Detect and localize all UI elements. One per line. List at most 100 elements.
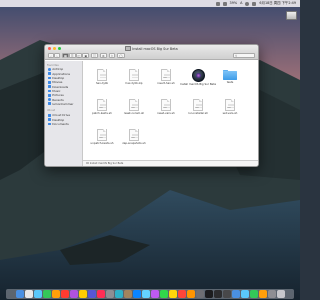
shell-script-icon: exec [129,98,139,111]
gear-icon[interactable]: ⚙ [99,53,107,58]
document-icon [97,68,107,81]
dock-app-icon[interactable] [132,290,141,298]
dock-app-icon[interactable] [42,290,51,298]
file-item[interactable]: exec zap-snapshots.sh [121,128,147,145]
path-bar-item[interactable]: Install macOS Big Sur Beta [90,162,124,165]
downloads-icon [48,85,51,89]
battery-icon[interactable] [222,1,227,6]
file-item[interactable]: exec patch-kexts.sh [89,98,115,115]
close-button[interactable] [48,46,52,50]
recents-icon [48,98,51,101]
menubar-clock[interactable]: 6月18日 周四 下午2:49 [259,0,296,7]
documents-icon [48,122,51,126]
music-icon [48,89,51,93]
dock-app-icon[interactable] [222,290,231,298]
file-label: Install macOS Big Sur Beta [179,82,217,87]
zoom-button[interactable] [57,46,62,50]
dock-app-icon[interactable] [51,290,60,298]
document-icon [129,68,139,81]
group-button[interactable]: ☷ [91,53,98,58]
desktop-volume-icon[interactable] [286,11,297,23]
home-icon [48,102,51,106]
sidebar-item-label: lemonhammer [52,101,74,106]
dock-app-icon[interactable] [249,290,258,298]
share-button[interactable]: ⇧ [108,53,116,58]
gallery-view-button[interactable]: ▣ [82,53,90,58]
icon-view-button[interactable]: ▦ [62,53,69,58]
dock-app-icon[interactable] [78,290,87,298]
control-center-icon[interactable] [252,1,257,6]
file-item[interactable]: hax.dylib.zip [121,68,147,85]
file-label: zap-snapshots.sh [122,140,146,145]
dock-app-icon[interactable] [24,290,33,298]
dock-app-icon[interactable] [69,290,78,298]
dock-app-icon[interactable] [186,290,195,298]
shell-script-icon: exec [97,98,107,111]
battery-percentage[interactable]: 39% [230,0,238,7]
column-view-button[interactable]: ◫ [75,53,83,58]
dock-app-icon[interactable] [87,290,96,298]
search-field[interactable]: ⚲ [233,53,255,58]
disk-icon [86,162,89,165]
file-label: insert-hax.sh [157,80,175,85]
sidebar-item-documents[interactable]: Documents [45,122,82,126]
file-label: reset-nvram.sh [123,110,145,115]
dock-app-icon[interactable] [258,290,267,298]
menu-bar: 39% A 6月18日 周四 下午2:49 [0,0,300,7]
file-label: hax.dylib.zip [125,80,143,85]
desktop-icon [48,118,51,122]
dock-app-icon[interactable] [150,290,159,298]
file-item[interactable]: exec unpatch-kexts.sh [89,128,115,145]
dock-app-icon[interactable] [213,290,222,298]
shell-script-icon: exec [97,128,107,141]
dock-app-icon[interactable] [60,290,69,298]
dock-app-icon[interactable] [96,290,105,298]
dock-app-icon[interactable] [276,290,285,298]
path-bar: Install macOS Big Sur Beta [83,159,258,166]
forward-button[interactable]: › [54,53,60,58]
title-bar[interactable]: Install macOS Big Sur Beta [45,45,258,52]
window-title: Install macOS Big Sur Beta [132,46,178,51]
search-icon[interactable] [245,1,250,6]
sidebar-item-lemonhammer[interactable]: lemonhammer [45,102,82,106]
dock-app-icon[interactable] [231,290,240,298]
dock-app-icon[interactable] [33,290,42,298]
dock-app-icon[interactable] [114,290,123,298]
file-item[interactable]: exec set-vars.sh [217,98,243,115]
folder-icon [223,70,237,80]
dock-app-icon[interactable] [15,290,24,298]
dock-app-icon[interactable] [159,290,168,298]
file-item[interactable]: exec reset-vars.sh [153,98,179,115]
list-view-button[interactable]: ☰ [68,53,76,58]
dock-app-icon[interactable] [195,290,204,298]
file-label: patch-kexts.sh [92,110,112,115]
dock-app-icon[interactable] [168,290,177,298]
file-label: unpatch-kexts.sh [90,140,114,145]
tag-button[interactable]: ◯ [117,53,125,58]
dock-app-icon[interactable] [204,290,213,298]
icloud-icon [48,114,51,117]
dock-app-icon[interactable] [267,290,276,298]
dock-app-icon[interactable] [240,290,249,298]
file-label: tests [226,80,234,85]
file-item[interactable]: exec run-installer.sh [185,98,211,115]
file-item[interactable]: exec reset-nvram.sh [121,98,147,115]
dock-app-icon[interactable] [123,290,132,298]
minimize-button[interactable] [52,46,57,50]
file-item[interactable]: Install macOS Big Sur Beta [180,69,216,87]
shell-script-icon: exec [161,68,171,81]
file-grid: hax.dylib hax.dylib.zip exec insert-hax.sh I… [83,60,258,160]
file-label: run-installer.sh [188,110,208,115]
search-icon: ⚲ [235,53,238,58]
wifi-icon[interactable] [215,1,220,6]
file-item[interactable]: tests [217,69,243,85]
dock-app-icon[interactable] [105,290,114,298]
dock-app-icon[interactable] [177,290,186,298]
input-method[interactable]: A [240,0,242,7]
dock [6,289,294,299]
file-item[interactable]: exec insert-hax.sh [153,68,179,85]
file-item[interactable]: hax.dylib [89,68,115,85]
sidebar-item-label: Documents [52,122,69,126]
shell-script-icon: exec [161,98,171,111]
dock-app-icon[interactable] [141,290,150,298]
